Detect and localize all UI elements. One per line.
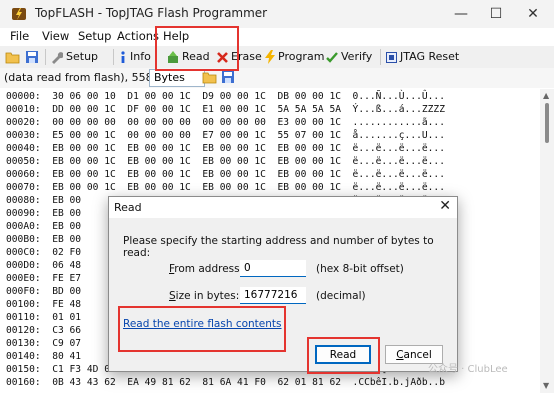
menu-view[interactable]: View [42,29,69,43]
setup-button[interactable]: Setup [50,48,98,66]
toolbar: Setup Info Read Erase Program Verify JTA… [0,46,554,69]
size-in-bytes-label-text: ize in bytes: [175,290,240,302]
verify-label: Verify [341,50,373,63]
open-button[interactable] [5,48,23,66]
menu-setup[interactable]: Setup [78,29,111,43]
setup-label: Setup [66,50,99,63]
scroll-down-icon[interactable]: ▼ [543,381,549,390]
menu-bar: File View Setup Actions Help [0,28,554,46]
hex-row: 00020: 00 00 00 00 00 00 00 00 00 00 00 … [6,117,445,128]
size-in-bytes-input[interactable]: 16777216 [240,287,306,304]
dialog-message: Please specify the starting address and … [123,235,434,259]
info-bar: (data read from flash), 558348 Bytes [0,68,554,88]
vertical-scrollbar[interactable]: ▲ ▼ [540,89,554,393]
dialog-close-button[interactable]: ✕ [439,198,451,214]
menu-actions[interactable]: Actions [117,29,159,43]
from-address-label: From address: [169,263,243,275]
checkmark-icon [326,51,338,63]
window-title: TopFLASH - TopJTAG Flash Programmer [35,6,268,20]
title-bar: TopFLASH - TopJTAG Flash Programmer — ☐ … [0,0,554,28]
toolbar-separator [45,49,46,65]
info-button[interactable]: Info [119,48,151,66]
save-file-icon[interactable] [221,70,235,87]
open-file-icon[interactable] [202,70,217,87]
folder-open-icon [5,52,20,63]
hex-row: 00060: EB 00 00 1C EB 00 00 1C EB 00 00 … [6,169,445,180]
size-in-bytes-accelerator: S [169,290,176,302]
size-in-bytes-hint: (decimal) [316,290,366,302]
program-label: Program [278,50,325,63]
menu-file[interactable]: File [10,29,29,43]
size-in-bytes-label: Size in bytes: [169,290,239,302]
scroll-up-icon[interactable]: ▲ [543,91,549,100]
hex-row: 00000: 30 06 00 10 D1 00 00 1C D9 00 00 … [6,91,445,102]
highlight-box-read [155,26,239,71]
bytes-unit-select[interactable]: Bytes [149,69,205,87]
close-button[interactable]: ✕ [510,2,554,26]
toolbar-separator [113,49,114,65]
dialog-title-bar: Read ✕ [109,197,457,218]
verify-button[interactable]: Verify [326,48,372,66]
program-button[interactable]: Program [265,48,324,66]
hex-row: 00160: 0B 43 43 62 EA 49 81 62 81 6A 41 … [6,377,445,388]
from-address-label-text: rom address: [174,263,244,275]
scroll-thumb[interactable] [545,103,549,143]
save-button[interactable] [25,48,42,66]
wrench-icon [52,51,64,64]
watermark-text: 公众号 · ClubLee [428,364,508,375]
highlight-box-link [118,306,286,352]
hex-row: 00030: E5 00 00 1C 00 00 00 00 E7 00 00 … [6,130,445,141]
jtag-reset-label: JTAG Reset [400,50,460,63]
lightning-chip-icon [12,8,26,20]
from-address-hint: (hex 8-bit offset) [316,263,404,275]
hex-row: 00040: EB 00 00 1C EB 00 00 1C EB 00 00 … [6,143,445,154]
hex-row: 00010: DD 00 00 1C DF 00 00 1C E1 00 00 … [6,104,445,115]
hex-row: 00050: EB 00 00 1C EB 00 00 1C EB 00 00 … [6,156,445,167]
save-icon [26,51,38,63]
hex-row: 00070: EB 00 00 1C EB 00 00 1C EB 00 00 … [6,182,445,193]
info-icon [121,50,125,63]
dialog-title: Read [114,201,142,214]
info-label: Info [130,50,151,63]
lightning-icon [265,50,275,64]
toolbar-separator [380,49,381,65]
jtag-reset-button[interactable]: JTAG Reset [386,48,459,66]
highlight-box-read-button [307,337,380,374]
from-address-input[interactable]: 0 [240,260,306,277]
jtag-reset-icon [386,51,397,63]
cancel-accelerator: C [396,349,404,361]
